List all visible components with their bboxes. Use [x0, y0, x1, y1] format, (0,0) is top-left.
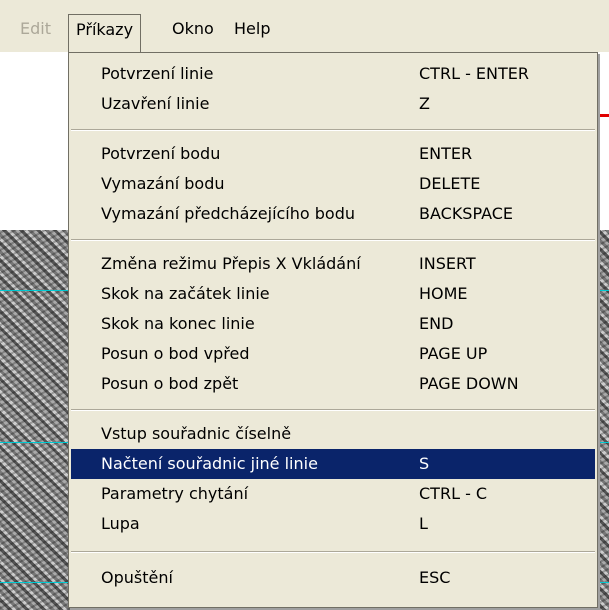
menu-prikazy[interactable]: Příkazy — [68, 14, 142, 52]
menu-item-shortcut: L — [419, 514, 428, 533]
menu-item-shortcut: ESC — [419, 568, 451, 587]
menu-item-shortcut: HOME — [419, 284, 468, 303]
menu-item-label: Parametry chytání — [101, 484, 249, 503]
menu-item-label: Posun o bod zpět — [101, 374, 239, 393]
menu-item-posun-vpred[interactable]: Posun o bod vpřed PAGE UP — [71, 339, 595, 369]
menu-item-zmena-rezimu[interactable]: Změna režimu Přepis X Vkládání INSERT — [71, 249, 595, 279]
menu-item-skok-na-zacatek[interactable]: Skok na začátek linie HOME — [71, 279, 595, 309]
menu-item-shortcut: PAGE UP — [419, 344, 488, 363]
menu-item-label: Posun o bod vpřed — [101, 344, 250, 363]
menu-item-shortcut: S — [419, 454, 430, 473]
menu-item-label: Načtení souřadnic jiné linie — [101, 454, 318, 473]
menu-item-shortcut: CTRL - C — [419, 484, 488, 503]
prikazy-dropdown-menu: Potvrzení linie CTRL - ENTER Uzavření li… — [68, 52, 598, 608]
menu-item-label: Potvrzení linie — [101, 64, 214, 83]
menu-bar: Edit Příkazy Okno Help — [0, 0, 609, 52]
menu-item-potvrzeni-bodu[interactable]: Potvrzení bodu ENTER — [71, 139, 595, 169]
menu-item-shortcut: PAGE DOWN — [419, 374, 519, 393]
menu-separator — [71, 129, 595, 131]
menu-item-label: Potvrzení bodu — [101, 144, 221, 163]
menu-item-posun-zpet[interactable]: Posun o bod zpět PAGE DOWN — [71, 369, 595, 399]
menu-item-lupa[interactable]: Lupa L — [71, 509, 595, 539]
menu-item-shortcut: DELETE — [419, 174, 481, 193]
menu-item-skok-na-konec[interactable]: Skok na konec linie END — [71, 309, 595, 339]
menu-item-opusteni[interactable]: Opuštění ESC — [71, 563, 595, 593]
menu-item-label: Vstup souřadnic číselně — [101, 424, 292, 443]
menu-item-shortcut: CTRL - ENTER — [419, 64, 529, 83]
menu-item-shortcut: Z — [419, 94, 430, 113]
menu-item-label: Opuštění — [101, 568, 173, 587]
menu-item-nacteni-souradnic[interactable]: Načtení souřadnic jiné linie S — [71, 449, 595, 479]
menu-item-potvrzeni-linie[interactable]: Potvrzení linie CTRL - ENTER — [71, 59, 595, 89]
menu-item-uzavreni-linie[interactable]: Uzavření linie Z — [71, 89, 595, 119]
menu-item-shortcut: BACKSPACE — [419, 204, 514, 223]
menu-separator — [71, 409, 595, 411]
menu-item-shortcut: ENTER — [419, 144, 473, 163]
menu-item-shortcut: INSERT — [419, 254, 476, 273]
menu-item-parametry-chytani[interactable]: Parametry chytání CTRL - C — [71, 479, 595, 509]
menu-separator — [71, 239, 595, 241]
menu-item-label: Změna režimu Přepis X Vkládání — [101, 254, 361, 273]
menu-item-label: Skok na konec linie — [101, 314, 255, 333]
menu-item-vstup-souradnic[interactable]: Vstup souřadnic číselně — [71, 419, 595, 449]
menu-item-label: Uzavření linie — [101, 94, 210, 113]
menu-item-vymazani-predchoziho-bodu[interactable]: Vymazání předcházejícího bodu BACKSPACE — [71, 199, 595, 229]
menu-item-vymazani-bodu[interactable]: Vymazání bodu DELETE — [71, 169, 595, 199]
menu-item-label: Vymazání předcházejícího bodu — [101, 204, 356, 223]
menu-item-label: Vymazání bodu — [101, 174, 225, 193]
menu-separator — [71, 551, 595, 553]
menu-okno[interactable]: Okno — [172, 14, 214, 44]
menu-help[interactable]: Help — [234, 14, 270, 44]
menu-item-label: Skok na začátek linie — [101, 284, 270, 303]
menu-item-label: Lupa — [101, 514, 140, 533]
menu-edit[interactable]: Edit — [20, 14, 51, 44]
menu-item-shortcut: END — [419, 314, 454, 333]
